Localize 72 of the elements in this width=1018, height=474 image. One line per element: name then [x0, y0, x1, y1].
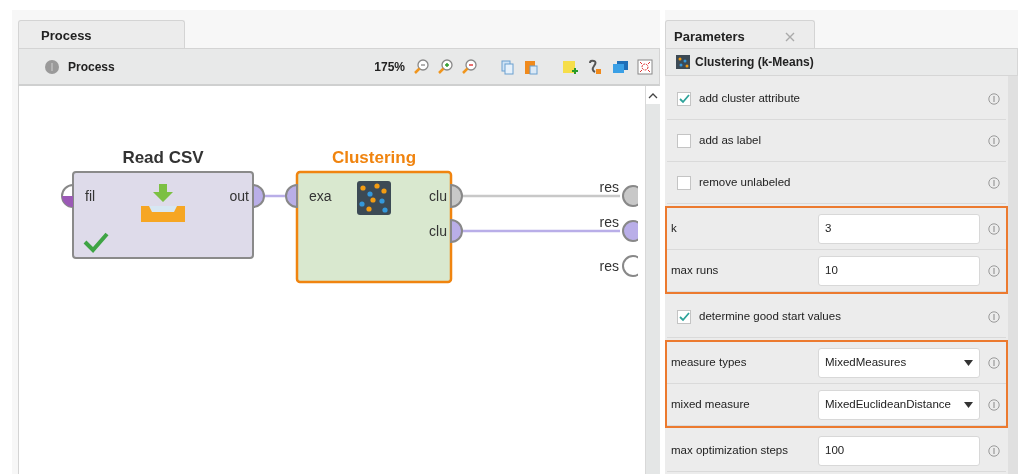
result-port[interactable] [622, 255, 638, 277]
info-icon[interactable] [988, 356, 1000, 369]
input-port[interactable] [285, 184, 298, 208]
checkbox[interactable] [677, 175, 691, 190]
caret-icon[interactable] [964, 359, 973, 366]
copy-icon[interactable] [499, 58, 515, 75]
auto-fit-icon[interactable] [637, 58, 653, 75]
connection-wire[interactable] [264, 194, 286, 198]
zoom-out-icon[interactable] [461, 58, 477, 75]
parameter-label: measure types [671, 354, 748, 370]
port-label: clu [429, 188, 447, 204]
scatter-dots-icon [357, 181, 391, 215]
scatter-dots-icon [676, 55, 690, 69]
port-label: res [599, 214, 619, 230]
info-icon[interactable] [988, 310, 1000, 323]
output-port[interactable] [450, 219, 463, 243]
scrollbar[interactable] [1008, 76, 1018, 474]
info-icon[interactable] [988, 134, 1000, 147]
parameter-label: remove unlabeled [699, 174, 792, 190]
port-label: res [599, 258, 619, 274]
info-icon[interactable] [988, 176, 1000, 189]
zoom-level: 175% [374, 58, 405, 76]
port-label: out [229, 188, 249, 204]
output-port[interactable] [450, 184, 463, 208]
close-icon[interactable] [784, 32, 795, 42]
process-icon [44, 58, 60, 75]
parameters-tab[interactable]: Parameters [665, 20, 815, 48]
plug-icon[interactable] [587, 58, 603, 75]
operator-box[interactable] [295, 170, 453, 284]
port-label: exa [309, 188, 332, 204]
caret-icon[interactable] [964, 401, 973, 408]
info-icon[interactable] [988, 444, 1000, 457]
info-icon[interactable] [988, 222, 1000, 235]
parameter-label: determine good start values [699, 308, 842, 324]
checkbox[interactable] [677, 133, 691, 148]
input-field[interactable]: 10 [818, 255, 980, 286]
paste-icon[interactable] [523, 58, 539, 75]
parameter-label: k [671, 220, 678, 236]
scroll-up-icon[interactable] [648, 91, 658, 99]
parameter-label: add cluster attribute [699, 90, 801, 106]
connection-wire[interactable] [462, 229, 620, 233]
info-icon[interactable] [988, 264, 1000, 277]
port-label: clu [429, 223, 447, 239]
port-label: fil [85, 188, 96, 204]
add-note-icon[interactable] [561, 58, 579, 75]
info-icon[interactable] [988, 398, 1000, 411]
info-icon[interactable] [988, 92, 1000, 105]
file-import-icon [141, 184, 185, 222]
result-port[interactable] [622, 220, 638, 242]
process-tab[interactable]: Process [18, 20, 185, 48]
layers-icon[interactable] [611, 58, 629, 75]
parameter-label: mixed measure [671, 396, 751, 412]
input-port[interactable] [61, 184, 74, 208]
operator-title[interactable]: Read CSV [122, 148, 204, 167]
zoom-in-icon[interactable] [437, 58, 453, 75]
checkbox[interactable] [677, 91, 691, 106]
parameter-label: max optimization steps [671, 442, 789, 458]
input-field[interactable]: 3 [818, 213, 980, 244]
parameter-label: add as label [699, 132, 763, 148]
port-label: res [599, 179, 619, 195]
scrollbar[interactable] [645, 86, 660, 474]
output-port[interactable] [252, 184, 265, 208]
zoom-reset-icon[interactable] [413, 58, 429, 75]
breadcrumb[interactable]: Process [68, 57, 115, 76]
dropdown[interactable]: MixedMeasures [818, 347, 980, 378]
dropdown[interactable]: MixedEuclideanDistance [818, 389, 980, 420]
input-field[interactable]: 100 [818, 435, 980, 466]
checkbox[interactable] [677, 309, 691, 324]
operator-name: Clustering (k-Means) [695, 54, 814, 71]
result-port[interactable] [622, 185, 638, 207]
tab-label: Parameters [674, 28, 745, 47]
parameter-label: max runs [671, 262, 720, 278]
